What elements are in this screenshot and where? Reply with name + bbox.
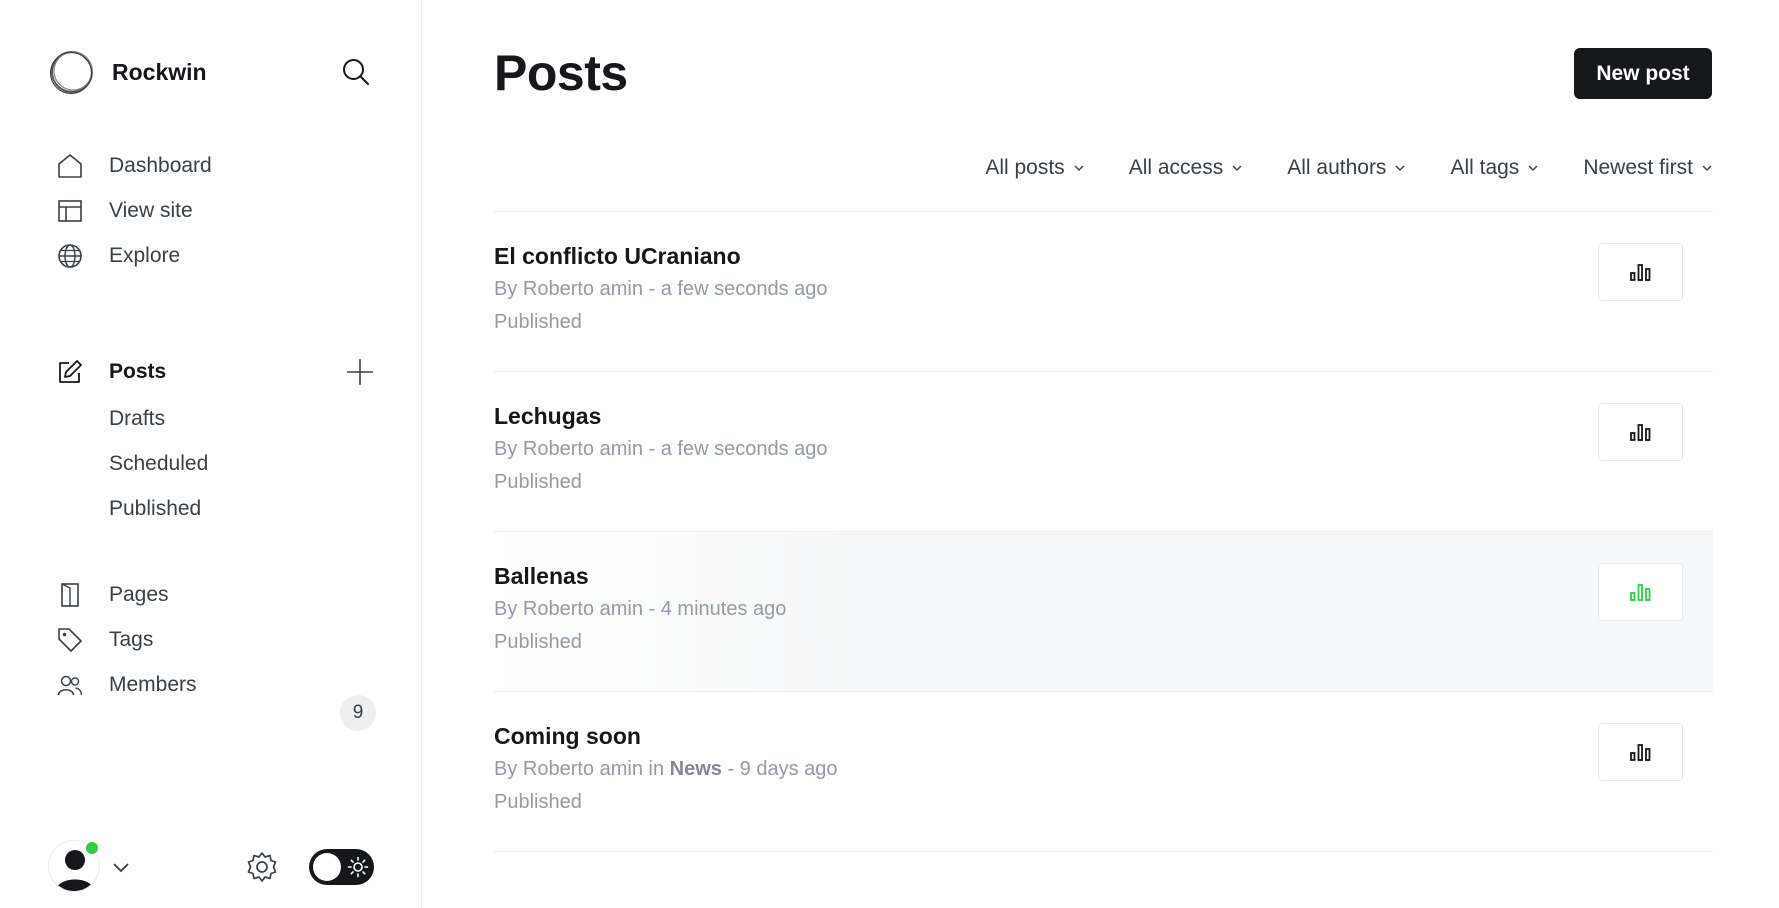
gear-icon <box>247 852 277 882</box>
filter-access-label: All access <box>1128 156 1224 179</box>
bar-chart-icon <box>1629 424 1650 441</box>
post-meta: By Roberto amin in News - 9 days ago <box>494 758 838 781</box>
chevron-down-icon[interactable] <box>110 856 132 878</box>
post-title[interactable]: El conflicto UCraniano <box>494 243 741 270</box>
online-status-dot <box>84 840 100 856</box>
post-meta-text: By Roberto amin - a few seconds ago <box>494 278 828 300</box>
brand-logo-icon <box>50 51 93 94</box>
theme-toggle[interactable] <box>309 849 374 885</box>
chevron-down-icon <box>1528 165 1538 171</box>
globe-icon <box>56 242 84 270</box>
members-count-badge: 9 <box>340 695 376 731</box>
nav-explore-label: Explore <box>109 244 181 267</box>
nav-view-site-label: View site <box>109 199 193 222</box>
nav-dashboard-label: Dashboard <box>109 154 212 177</box>
toggle-knob <box>313 853 341 881</box>
post-row[interactable]: Ballenas By Roberto amin - 4 minutes ago… <box>494 532 1713 692</box>
post-status: Published <box>494 471 582 493</box>
page-icon <box>56 581 84 609</box>
sun-icon <box>347 856 369 878</box>
nav-pages[interactable]: Pages <box>56 577 376 613</box>
post-meta-text: By Roberto amin in <box>494 758 670 780</box>
post-title[interactable]: Ballenas <box>494 563 589 590</box>
settings-button[interactable] <box>243 848 281 886</box>
post-tag[interactable]: News <box>670 758 722 780</box>
post-meta: By Roberto amin - a few seconds ago <box>494 278 828 301</box>
house-icon <box>56 152 84 180</box>
nav-tags-label: Tags <box>109 628 154 651</box>
nav-pages-label: Pages <box>109 583 169 606</box>
chevron-down-icon <box>1232 165 1242 171</box>
user-menu[interactable] <box>48 840 104 896</box>
chevron-down-icon <box>1395 165 1405 171</box>
nav-posts[interactable]: Posts <box>56 354 316 390</box>
post-status: Published <box>494 311 582 333</box>
post-status: Published <box>494 631 582 653</box>
nav-tags[interactable]: Tags <box>56 622 376 658</box>
nav-drafts[interactable]: Drafts <box>109 403 165 435</box>
filter-access[interactable]: All access <box>1129 156 1244 180</box>
post-title[interactable]: Coming soon <box>494 723 641 750</box>
sidebar: Rockwin Dashboard View site Explore Post… <box>0 0 422 908</box>
chevron-down-icon <box>1702 165 1712 171</box>
post-title[interactable]: Lechugas <box>494 403 601 430</box>
plus-icon <box>347 359 373 385</box>
chevron-down-icon <box>1074 165 1084 171</box>
post-meta-text: By Roberto amin - a few seconds ago <box>494 438 828 460</box>
brand-name: Rockwin <box>112 58 207 85</box>
app: Rockwin Dashboard View site Explore Post… <box>0 0 1779 908</box>
filter-authors[interactable]: All authors <box>1287 156 1406 180</box>
nav-explore[interactable]: Explore <box>56 238 376 274</box>
post-analytics-button[interactable] <box>1598 403 1683 461</box>
nav-scheduled[interactable]: Scheduled <box>109 448 208 480</box>
nav-members-label: Members <box>109 673 197 696</box>
new-post-button[interactable]: New post <box>1574 48 1712 99</box>
filter-type-label: All posts <box>985 156 1065 179</box>
tag-icon <box>56 626 84 654</box>
bar-chart-icon <box>1629 584 1650 601</box>
users-icon <box>56 671 84 699</box>
post-list: El conflicto UCraniano By Roberto amin -… <box>494 211 1713 852</box>
post-meta-text: By Roberto amin - 4 minutes ago <box>494 598 787 620</box>
post-row[interactable]: El conflicto UCraniano By Roberto amin -… <box>494 212 1713 372</box>
nav-dashboard[interactable]: Dashboard <box>56 148 376 184</box>
filter-tags-label: All tags <box>1450 156 1520 179</box>
page-title: Posts <box>494 45 628 101</box>
nav-view-site[interactable]: View site <box>56 193 376 229</box>
search-icon <box>343 59 369 85</box>
filter-authors-label: All authors <box>1287 156 1387 179</box>
post-status: Published <box>494 791 582 813</box>
filter-type[interactable]: All posts <box>985 156 1084 180</box>
post-meta: By Roberto amin - 4 minutes ago <box>494 598 786 621</box>
filter-sort-label: Newest first <box>1583 156 1693 179</box>
layout-icon <box>56 197 84 225</box>
brand[interactable]: Rockwin <box>48 48 207 96</box>
pencil-square-icon <box>56 358 84 386</box>
main-content: Posts New post All posts All access All … <box>422 0 1779 908</box>
post-analytics-button[interactable] <box>1598 243 1683 301</box>
post-meta-time: - 9 days ago <box>721 758 838 780</box>
nav-posts-label: Posts <box>109 360 167 383</box>
filter-sort[interactable]: Newest first <box>1583 156 1713 180</box>
post-row[interactable]: Lechugas By Roberto amin - a few seconds… <box>494 372 1713 532</box>
post-meta: By Roberto amin - a few seconds ago <box>494 438 828 461</box>
nav-members[interactable]: Members <box>56 667 376 703</box>
bar-chart-icon <box>1629 264 1650 281</box>
post-row[interactable]: Coming soon By Roberto amin in News - 9 … <box>494 692 1713 852</box>
post-analytics-button[interactable] <box>1598 723 1683 781</box>
nav-published[interactable]: Published <box>109 493 201 525</box>
filter-bar: All posts All access All authors All tag… <box>941 152 1713 184</box>
filter-tags[interactable]: All tags <box>1450 156 1539 180</box>
post-analytics-button[interactable] <box>1598 563 1683 621</box>
search-button[interactable] <box>338 54 374 90</box>
bar-chart-icon <box>1629 744 1650 761</box>
add-post-button[interactable] <box>344 356 376 388</box>
